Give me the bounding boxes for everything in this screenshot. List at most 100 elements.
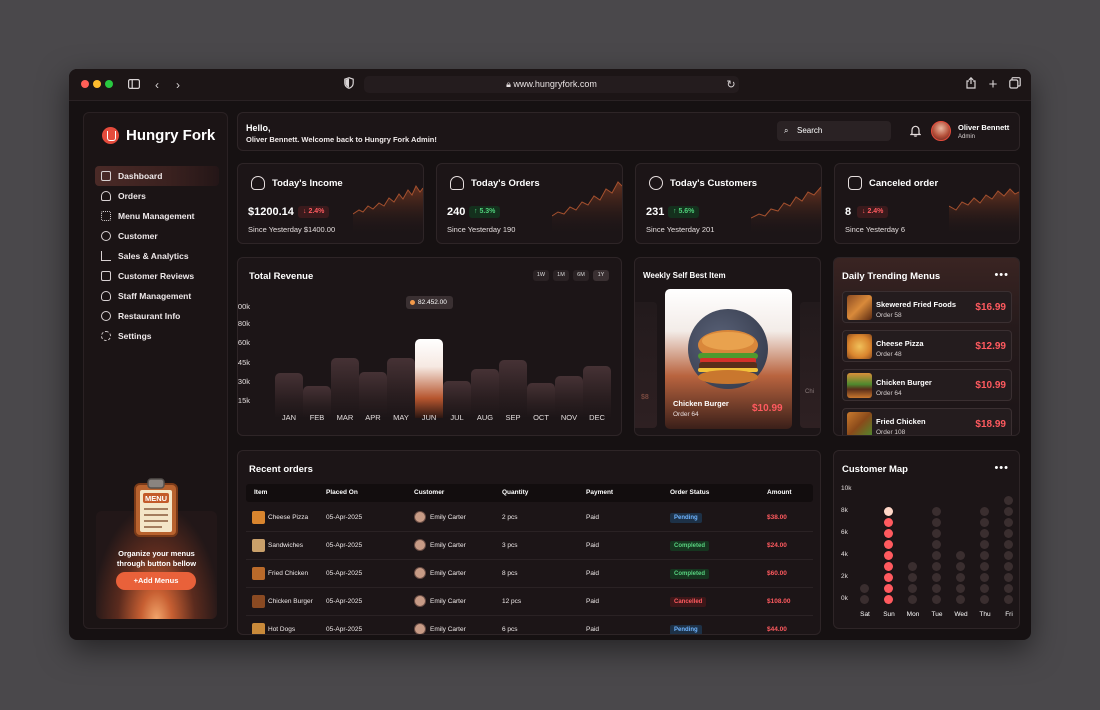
svg-text:MENU: MENU bbox=[145, 494, 167, 503]
close-window-button[interactable] bbox=[81, 80, 89, 88]
map-dot bbox=[932, 595, 941, 604]
carousel-next-card[interactable]: Chi bbox=[800, 302, 820, 428]
revenue-bar[interactable] bbox=[555, 376, 583, 418]
table-row[interactable]: Chicken Burger 05-Apr-2025 Emily Carter 12 … bbox=[246, 588, 813, 616]
revenue-bar[interactable] bbox=[583, 366, 611, 418]
revenue-title: Total Revenue bbox=[249, 271, 314, 282]
map-dot bbox=[1004, 529, 1013, 538]
revenue-bar[interactable] bbox=[331, 358, 359, 418]
more-options-icon[interactable]: ••• bbox=[994, 269, 1009, 281]
item-thumbnail bbox=[252, 595, 265, 608]
item-cell: Sandwiches bbox=[268, 542, 304, 549]
table-row[interactable]: Fried Chicken 05-Apr-2025 Emily Carter 8 pc… bbox=[246, 560, 813, 588]
status-badge: Pending bbox=[670, 513, 702, 523]
placed-on-cell: 05-Apr-2025 bbox=[326, 626, 363, 633]
revenue-bar[interactable] bbox=[387, 358, 415, 418]
tab-1y[interactable]: 1Y bbox=[593, 270, 609, 281]
revenue-bar[interactable] bbox=[471, 369, 499, 418]
item-thumbnail bbox=[252, 623, 265, 634]
quantity-cell: 12 pcs bbox=[502, 598, 522, 605]
sidebar-nav: Dashboard Orders Menu Management Custome… bbox=[95, 166, 219, 346]
table-row[interactable]: Cheese Pizza 05-Apr-2025 Emily Carter 2 pcs… bbox=[246, 504, 813, 532]
sidebar-item-customer[interactable]: Customer bbox=[95, 226, 219, 246]
revenue-bar[interactable] bbox=[499, 360, 527, 418]
shield-icon[interactable] bbox=[341, 77, 357, 93]
trending-item-price: $16.99 bbox=[975, 302, 1006, 313]
trending-item[interactable]: Cheese Pizza Order 48 $12.99 bbox=[842, 330, 1012, 362]
map-dot bbox=[956, 595, 965, 604]
reload-icon[interactable]: ↻ bbox=[723, 77, 739, 93]
tab-1m[interactable]: 1M bbox=[553, 270, 569, 281]
trending-item[interactable]: Chicken Burger Order 64 $10.99 bbox=[842, 369, 1012, 401]
sidebar-item-sales-analytics[interactable]: Sales & Analytics bbox=[95, 246, 219, 266]
tab-6m[interactable]: 6M bbox=[573, 270, 589, 281]
trending-item-name: Chicken Burger bbox=[876, 378, 932, 387]
sidebar-item-restaurant-info[interactable]: Restaurant Info bbox=[95, 306, 219, 326]
map-dot bbox=[980, 529, 989, 538]
back-icon[interactable]: ‹ bbox=[149, 77, 165, 93]
y-tick-label: 80k bbox=[237, 319, 250, 328]
url-text: www.hungryfork.com bbox=[513, 79, 597, 89]
revenue-bar[interactable] bbox=[275, 373, 303, 418]
trending-item-price: $12.99 bbox=[975, 341, 1006, 352]
new-tab-icon[interactable]: + bbox=[985, 77, 1001, 93]
trending-item[interactable]: Skewered Fried Foods Order 58 $16.99 bbox=[842, 291, 1012, 323]
forward-icon[interactable]: › bbox=[170, 77, 186, 93]
y-tick-label: 4k bbox=[841, 551, 848, 558]
tab-1w[interactable]: 1W bbox=[533, 270, 549, 281]
address-bar[interactable]: 🔒︎ www.hungryfork.com bbox=[364, 76, 739, 93]
brand[interactable]: Hungry Fork bbox=[102, 125, 215, 145]
y-tick-label: 10k bbox=[841, 485, 852, 492]
map-dot bbox=[932, 562, 941, 571]
sidebar-item-label: Menu Management bbox=[118, 211, 195, 221]
column-header: Order Status bbox=[670, 489, 710, 496]
user-role: Admin bbox=[958, 134, 976, 140]
bell-icon[interactable] bbox=[909, 125, 922, 140]
gear-icon bbox=[101, 331, 111, 341]
sidebar-item-customer-reviews[interactable]: Customer Reviews bbox=[95, 266, 219, 286]
trending-item[interactable]: Fried Chicken Order 108 $18.99 bbox=[842, 408, 1012, 435]
column-header: Payment bbox=[586, 489, 614, 496]
x-tick-label: JAN bbox=[281, 413, 297, 422]
share-icon[interactable] bbox=[963, 76, 979, 93]
more-options-icon[interactable]: ••• bbox=[994, 462, 1009, 474]
revenue-bar[interactable] bbox=[415, 339, 443, 418]
y-tick-label: 0k bbox=[841, 595, 848, 602]
add-menus-button[interactable]: +Add Menus bbox=[116, 572, 196, 590]
stat-card-canceled: Canceled order 8 ↓ 2.4% Since Yesterday … bbox=[834, 163, 1020, 244]
featured-item-card[interactable]: Chicken Burger Order 64 $10.99 bbox=[665, 289, 792, 429]
table-row[interactable]: Sandwiches 05-Apr-2025 Emily Carter 3 pcs Pa… bbox=[246, 532, 813, 560]
maximize-window-button[interactable] bbox=[105, 80, 113, 88]
map-dot bbox=[860, 584, 869, 593]
revenue-bar[interactable] bbox=[359, 372, 387, 418]
carousel-prev-card[interactable]: $8 bbox=[635, 302, 657, 428]
stat-sub: Since Yesterday $1400.00 bbox=[248, 225, 336, 234]
x-tick-label: Sun bbox=[883, 611, 895, 618]
minimize-window-button[interactable] bbox=[93, 80, 101, 88]
map-dot bbox=[1004, 518, 1013, 527]
customer-cell: Emily Carter bbox=[430, 542, 466, 549]
pizza-image bbox=[847, 334, 872, 359]
sidebar-item-menu-management[interactable]: Menu Management bbox=[95, 206, 219, 226]
search-input[interactable]: ⌕ Search bbox=[777, 121, 891, 141]
map-dot bbox=[956, 573, 965, 582]
table-row[interactable]: Hot Dogs 05-Apr-2025 Emily Carter 6 pcs Paid… bbox=[246, 616, 813, 634]
x-tick-label: OCT bbox=[533, 413, 549, 422]
search-label: Search bbox=[797, 126, 823, 135]
burger-thumb-image bbox=[847, 373, 872, 398]
x-tick-label: Thu bbox=[979, 611, 991, 618]
x-tick-label: DEC bbox=[589, 413, 605, 422]
sidebar-item-settings[interactable]: Settings bbox=[95, 326, 219, 346]
map-dot bbox=[980, 584, 989, 593]
quantity-cell: 8 pcs bbox=[502, 570, 518, 577]
sidebar-item-staff-management[interactable]: Staff Management bbox=[95, 286, 219, 306]
x-tick-label: MAR bbox=[336, 413, 354, 422]
sidebar-item-orders[interactable]: Orders bbox=[95, 186, 219, 206]
sidebar-toggle-icon[interactable] bbox=[126, 77, 142, 93]
customer-cell: Emily Carter bbox=[430, 570, 466, 577]
status-badge: Completed bbox=[670, 569, 710, 579]
stat-value: 8 bbox=[845, 206, 852, 218]
sidebar-item-dashboard[interactable]: Dashboard bbox=[95, 166, 219, 186]
tabs-overview-icon[interactable] bbox=[1007, 77, 1023, 93]
avatar[interactable] bbox=[931, 121, 951, 141]
